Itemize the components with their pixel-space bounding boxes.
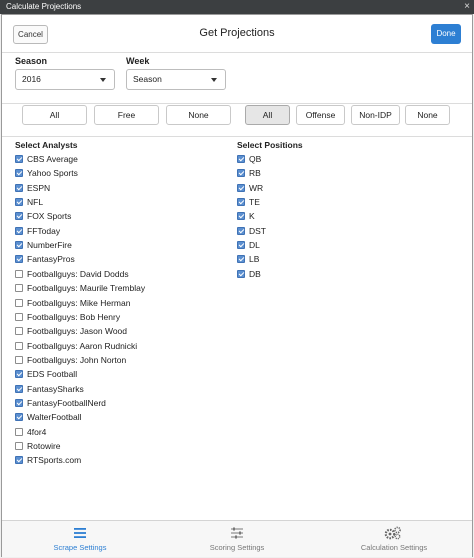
season-value: 2016	[22, 74, 41, 84]
checkbox[interactable]	[237, 198, 245, 207]
analysts-heading: Select Analysts	[15, 140, 78, 150]
positions-nonidp-button[interactable]: Non-IDP	[351, 105, 400, 125]
checkbox[interactable]	[15, 413, 23, 422]
tab-label: Scoring Settings	[209, 543, 265, 552]
checkbox-label: LB	[249, 254, 260, 265]
checkbox-label: DST	[249, 225, 266, 236]
window-title: Calculate Projections	[6, 2, 82, 11]
positions-all-button[interactable]: All	[245, 105, 290, 125]
checkbox-label: Footballguys: Mike Herman	[27, 297, 131, 308]
checkbox-label: FantasySharks	[27, 383, 84, 394]
checkbox[interactable]	[237, 183, 245, 192]
checkbox[interactable]	[237, 155, 245, 163]
analysts-free-button[interactable]: Free	[94, 105, 159, 125]
tab-calculation-settings[interactable]: Calculation Settings	[316, 521, 472, 558]
checkbox[interactable]	[15, 355, 23, 364]
checkbox[interactable]	[15, 284, 23, 293]
checkbox[interactable]	[15, 442, 23, 450]
checkbox[interactable]	[15, 456, 23, 465]
chevron-down-icon	[100, 78, 106, 82]
gears-icon	[384, 526, 401, 540]
checkbox[interactable]	[15, 370, 23, 379]
tab-scrape-settings[interactable]: Scrape Settings	[2, 521, 158, 558]
checkbox-label: FantasyFootballNerd	[27, 397, 106, 408]
checkbox-label: Footballguys: David Dodds	[27, 268, 129, 279]
checkbox[interactable]	[237, 226, 245, 235]
checkbox[interactable]	[15, 226, 23, 235]
week-value: Season	[133, 74, 162, 84]
checkbox-label: RB	[249, 168, 261, 179]
checkbox[interactable]	[15, 298, 23, 307]
dialog: Cancel Get Projections Done Season 2016 …	[1, 14, 473, 557]
checkbox-label: K	[249, 211, 255, 222]
checkbox[interactable]	[15, 183, 23, 192]
analysts-none-button[interactable]: None	[166, 105, 231, 125]
season-label: Season	[15, 56, 48, 66]
checkbox[interactable]	[237, 169, 245, 178]
checkbox-label: FOX Sports	[27, 211, 72, 222]
divider	[2, 136, 472, 137]
checkbox-label: WalterFootball	[27, 412, 82, 423]
week-label: Week	[126, 56, 150, 66]
checkbox[interactable]	[15, 169, 23, 178]
bottom-tab-bar: Scrape Settings Scoring Settings Calcula…	[2, 520, 472, 557]
sliders-icon	[231, 527, 243, 539]
season-select[interactable]: 2016	[15, 69, 115, 90]
checkbox-label: NumberFire	[27, 240, 72, 251]
checkbox-label: CBS Average	[27, 154, 78, 164]
checkbox[interactable]	[237, 269, 245, 278]
checkbox-label: ESPN	[27, 182, 51, 193]
checkbox[interactable]	[15, 212, 23, 221]
tab-label: Scrape Settings	[53, 543, 107, 552]
checkbox[interactable]	[15, 384, 23, 393]
hamburger-icon	[74, 528, 86, 538]
checkbox-label: RTSports.com	[27, 455, 82, 466]
checkbox[interactable]	[15, 398, 23, 407]
page-title: Get Projections	[199, 27, 275, 39]
tab-label: Calculation Settings	[360, 543, 428, 552]
checkbox-label: NFL	[27, 197, 44, 208]
checkbox-label: Yahoo Sports	[27, 168, 78, 179]
checkbox-label: QB	[249, 154, 262, 164]
positions-heading: Select Positions	[237, 140, 303, 150]
checkbox-label: Footballguys: Jason Wood	[27, 326, 128, 337]
checkbox[interactable]	[237, 212, 245, 221]
close-icon[interactable]: ×	[464, 0, 470, 14]
checkbox-label: FantasyPros	[27, 254, 75, 265]
checkbox[interactable]	[237, 241, 245, 250]
checkbox-label: Footballguys: Bob Henry	[27, 311, 121, 322]
checkbox[interactable]	[15, 427, 23, 436]
checkbox[interactable]	[15, 241, 23, 250]
checkbox[interactable]	[15, 327, 23, 336]
positions-none-button[interactable]: None	[405, 105, 450, 125]
window-titlebar: Calculate Projections ×	[0, 0, 474, 14]
chevron-down-icon	[211, 78, 217, 82]
checkbox[interactable]	[15, 312, 23, 321]
checkbox-label: DL	[249, 240, 260, 251]
checkbox-label: Rotowire	[27, 441, 61, 451]
week-select[interactable]: Season	[126, 69, 226, 90]
checkbox[interactable]	[237, 255, 245, 264]
checkbox-label: Footballguys: John Norton	[27, 354, 127, 365]
positions-offense-button[interactable]: Offense	[296, 105, 345, 125]
checkbox[interactable]	[15, 155, 23, 163]
analysts-all-button[interactable]: All	[22, 105, 87, 125]
done-button[interactable]: Done	[431, 24, 461, 44]
tab-scoring-settings[interactable]: Scoring Settings	[159, 521, 315, 558]
checkbox-label: DB	[249, 268, 261, 279]
checkbox-label: FFToday	[27, 225, 61, 236]
checkbox[interactable]	[15, 341, 23, 350]
checkbox-label: Footballguys: Aaron Rudnicki	[27, 340, 138, 351]
checkbox-label: EDS Football	[27, 369, 78, 380]
checkbox-label: Footballguys: Maurile Tremblay	[27, 283, 146, 294]
checkbox[interactable]	[15, 269, 23, 278]
checkbox[interactable]	[15, 255, 23, 264]
dialog-header: Cancel Get Projections Done	[2, 15, 472, 53]
divider	[2, 103, 472, 104]
checkbox-label: 4for4	[27, 426, 47, 437]
checkbox-label: TE	[249, 197, 260, 208]
checkbox[interactable]	[15, 198, 23, 207]
checkbox-label: WR	[249, 182, 264, 193]
